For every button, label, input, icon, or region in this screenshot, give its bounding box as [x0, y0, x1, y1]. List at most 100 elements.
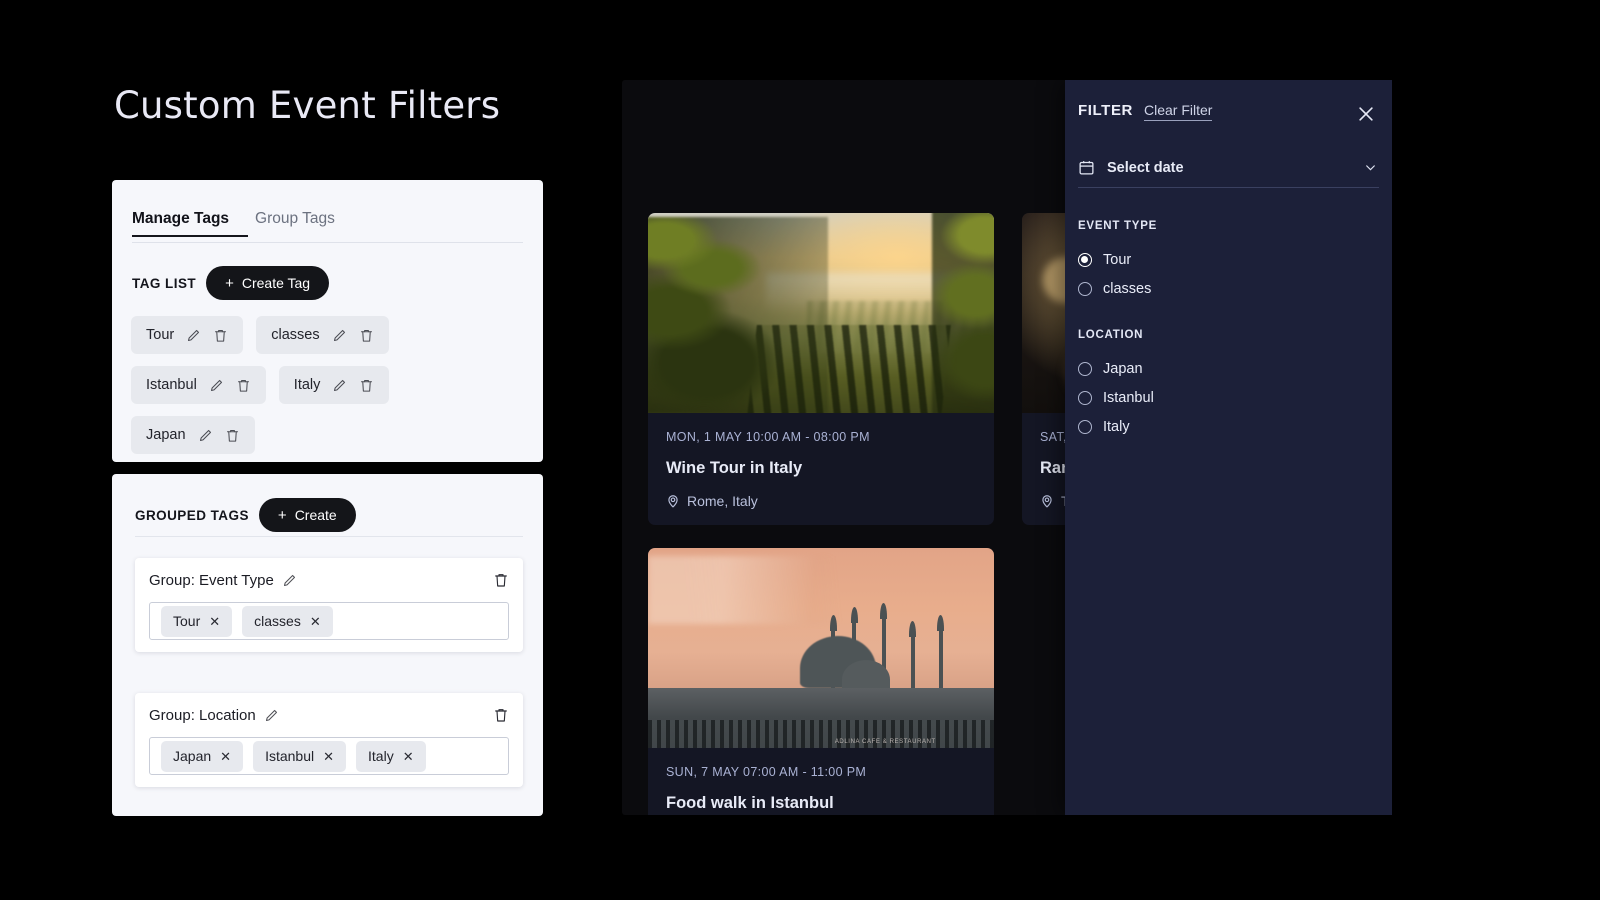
group-title: Group: Location [149, 707, 256, 724]
tab-manage-tags[interactable]: Manage Tags [132, 210, 229, 237]
filter-option-label: Tour [1103, 252, 1131, 268]
grouped-tags-label: GROUPED TAGS [135, 508, 249, 523]
filter-group-label: LOCATION [1078, 329, 1378, 341]
radio-button[interactable] [1078, 282, 1092, 296]
tag-name: Italy [294, 377, 321, 393]
delete-trash-icon[interactable] [359, 328, 374, 343]
plus-icon: + [278, 508, 287, 523]
tabs-divider [132, 242, 523, 243]
plus-icon: + [225, 276, 234, 291]
remove-icon[interactable]: ✕ [403, 750, 414, 763]
remove-icon[interactable]: ✕ [323, 750, 334, 763]
edit-pencil-icon[interactable] [198, 428, 213, 443]
filter-option-label: classes [1103, 281, 1151, 297]
create-group-label: Create [295, 507, 337, 523]
tag-list-label: TAG LIST [132, 276, 196, 291]
event-location: Rome, Italy [666, 493, 976, 509]
select-date-label: Select date [1107, 160, 1184, 176]
tag-chip[interactable]: classes [256, 316, 388, 354]
delete-trash-icon[interactable] [493, 572, 509, 589]
create-tag-button[interactable]: + Create Tag [206, 266, 329, 300]
delete-trash-icon[interactable] [236, 378, 251, 393]
radio-button[interactable] [1078, 253, 1092, 267]
select-date-field[interactable]: Select date [1078, 148, 1379, 188]
group-tag-name: Japan [173, 748, 211, 764]
event-image-istanbul: ADLINA CAFE & RESTAURANT [648, 548, 994, 748]
filter-header: FILTER Clear Filter [1078, 102, 1212, 121]
remove-icon[interactable]: ✕ [220, 750, 231, 763]
remove-icon[interactable]: ✕ [310, 615, 321, 628]
filter-option[interactable]: Japan [1078, 354, 1378, 383]
event-date: SUN, 7 MAY 07:00 AM - 11:00 PM [666, 765, 976, 779]
tag-chip[interactable]: Italy [279, 366, 390, 404]
tag-name: Japan [146, 427, 186, 443]
event-title: Wine Tour in Italy [666, 459, 976, 478]
calendar-icon [1078, 159, 1095, 176]
group-tag-chip[interactable]: Japan ✕ [161, 741, 243, 772]
group-tag-name: Italy [368, 748, 394, 764]
manage-tags-panel: Manage Tags Group Tags TAG LIST + Create… [112, 180, 543, 462]
clear-filter-button[interactable]: Clear Filter [1144, 102, 1212, 121]
event-date: MON, 1 MAY 10:00 AM - 08:00 PM [666, 430, 976, 444]
grouped-tags-header: GROUPED TAGS + Create [135, 498, 356, 532]
chevron-down-icon[interactable] [1364, 161, 1377, 174]
filter-option-label: Italy [1103, 419, 1130, 435]
group-tag-chip[interactable]: Italy ✕ [356, 741, 426, 772]
tag-chip-list: Tour classes Istanbul Italy Japan [131, 316, 525, 454]
tag-name: Tour [146, 327, 174, 343]
group-header: Group: Location [149, 707, 509, 724]
grouped-tags-panel: GROUPED TAGS + Create Group: Event Type T… [112, 474, 543, 816]
filter-option[interactable]: Tour [1078, 245, 1378, 274]
group-tag-chip[interactable]: Istanbul ✕ [253, 741, 346, 772]
group-tag-name: Istanbul [265, 748, 314, 764]
edit-pencil-icon[interactable] [186, 328, 201, 343]
event-location-text: Rome, Italy [687, 493, 758, 509]
tag-chip[interactable]: Tour [131, 316, 243, 354]
tabs: Manage Tags Group Tags [132, 210, 335, 237]
group-tag-name: classes [254, 613, 301, 629]
edit-pencil-icon[interactable] [264, 708, 279, 723]
group-title: Group: Event Type [149, 572, 274, 589]
event-card[interactable]: ADLINA CAFE & RESTAURANT SUN, 7 MAY 07:0… [648, 548, 994, 815]
filter-title: FILTER [1078, 102, 1133, 119]
group-header: Group: Event Type [149, 572, 509, 589]
edit-pencil-icon[interactable] [282, 573, 297, 588]
filter-option[interactable]: Istanbul [1078, 383, 1378, 412]
group-tag-chip[interactable]: classes ✕ [242, 606, 333, 637]
app-root: Custom Event Filters Manage Tags Group T… [0, 0, 1600, 900]
event-card[interactable]: MON, 1 MAY 10:00 AM - 08:00 PM Wine Tour… [648, 213, 994, 525]
remove-icon[interactable]: ✕ [209, 615, 220, 628]
filter-panel: FILTER Clear Filter Select date [1065, 80, 1392, 815]
radio-button[interactable] [1078, 362, 1092, 376]
filter-group-location: LOCATION Japan Istanbul Italy [1078, 329, 1378, 441]
delete-trash-icon[interactable] [213, 328, 228, 343]
radio-button[interactable] [1078, 391, 1092, 405]
filter-group-label: EVENT TYPE [1078, 220, 1378, 232]
edit-pencil-icon[interactable] [332, 328, 347, 343]
image-watermark: ADLINA CAFE & RESTAURANT [835, 739, 936, 745]
filter-option-label: Japan [1103, 361, 1143, 377]
filter-group-event-type: EVENT TYPE Tour classes [1078, 220, 1378, 303]
filter-option-list: Japan Istanbul Italy [1078, 354, 1378, 441]
tag-name: Istanbul [146, 377, 197, 393]
edit-pencil-icon[interactable] [332, 378, 347, 393]
close-icon[interactable] [1356, 104, 1376, 124]
delete-trash-icon[interactable] [225, 428, 240, 443]
filter-option-list: Tour classes [1078, 245, 1378, 303]
group-tag-chip[interactable]: Tour ✕ [161, 606, 232, 637]
tag-chip[interactable]: Istanbul [131, 366, 266, 404]
location-pin-icon [666, 494, 680, 508]
tag-chip[interactable]: Japan [131, 416, 255, 454]
filter-option[interactable]: Italy [1078, 412, 1378, 441]
delete-trash-icon[interactable] [359, 378, 374, 393]
delete-trash-icon[interactable] [493, 707, 509, 724]
tab-group-tags[interactable]: Group Tags [255, 210, 335, 237]
group-card: Group: Location Japan ✕ Istanbul ✕ Italy ✕ [135, 693, 523, 787]
create-group-button[interactable]: + Create [259, 498, 356, 532]
radio-button[interactable] [1078, 420, 1092, 434]
filter-option[interactable]: classes [1078, 274, 1378, 303]
tag-list-header: TAG LIST + Create Tag [132, 266, 329, 300]
tag-name: classes [271, 327, 319, 343]
group-tag-name: Tour [173, 613, 200, 629]
edit-pencil-icon[interactable] [209, 378, 224, 393]
